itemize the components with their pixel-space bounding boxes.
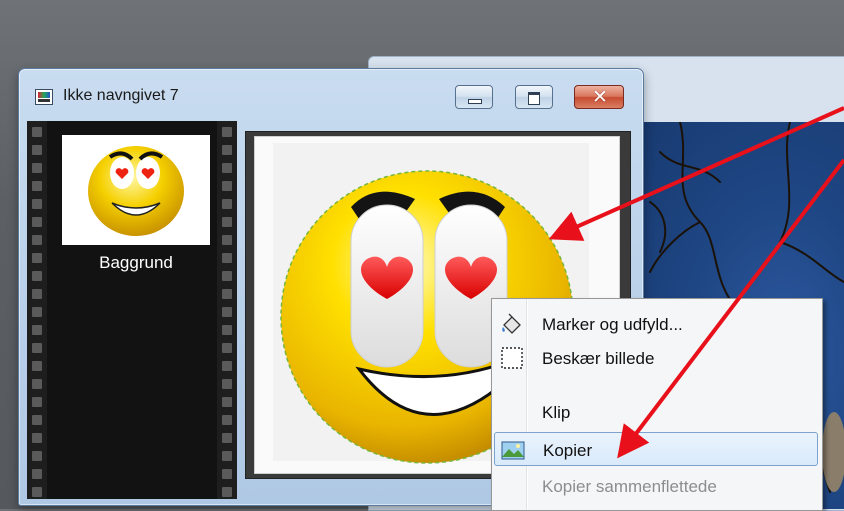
film-hole [222,199,232,209]
film-hole [222,127,232,137]
film-hole [32,379,42,389]
menu-item-cut[interactable]: Klip [494,395,818,429]
film-hole [222,487,232,497]
menu-item-label: Klip [542,403,571,422]
film-hole [32,217,42,227]
film-hole [32,271,42,281]
film-hole [222,379,232,389]
menu-item-label: Marker og udfyld... [542,315,683,334]
film-hole [32,433,42,443]
film-hole [32,487,42,497]
film-hole [32,325,42,335]
film-hole [222,217,232,227]
film-strip-right [217,121,237,499]
film-hole [222,361,232,371]
menu-item-crop[interactable]: Beskær billede [494,341,818,375]
film-strip-left [27,121,47,499]
menu-item-label: Kopier sammenflettede [542,477,717,496]
film-hole [222,469,232,479]
film-hole [32,343,42,353]
film-hole [222,253,232,263]
film-hole [32,469,42,479]
film-hole [222,145,232,155]
context-menu: Marker og udfyld... Beskær billede Klip … [491,298,823,511]
film-hole [222,325,232,335]
film-hole [32,451,42,461]
film-hole [32,235,42,245]
menu-item-copy[interactable]: Kopier [494,432,818,466]
menu-item-label: Kopier [543,441,593,460]
title-bar[interactable]: Ikke navngivet 7 ✕ [19,69,643,115]
menu-item-label: Beskær billede [542,349,655,368]
menu-item-select-fill[interactable]: Marker og udfyld... [494,307,818,341]
film-hole [32,127,42,137]
film-hole [32,253,42,263]
close-button[interactable]: ✕ [574,85,624,109]
film-hole [222,397,232,407]
film-hole [32,145,42,155]
film-hole [32,397,42,407]
copy-image-icon [501,439,525,461]
film-hole [32,289,42,299]
film-hole [32,163,42,173]
image-document-icon [35,89,53,105]
crop-selection-icon [500,347,524,369]
film-hole [32,199,42,209]
maximize-icon [528,92,540,105]
window-title: Ikke navngivet 7 [63,87,179,104]
film-hole [222,181,232,191]
film-hole [32,181,42,191]
maximize-button[interactable] [515,85,553,109]
film-hole [222,289,232,299]
layer-thumbnail[interactable] [62,135,210,245]
layers-panel: Baggrund [27,121,237,499]
film-hole [222,451,232,461]
film-hole [32,361,42,371]
film-hole [222,163,232,173]
film-hole [222,415,232,425]
film-hole [222,433,232,443]
close-icon: ✕ [592,86,608,108]
minimize-icon [468,99,482,104]
layer-name[interactable]: Baggrund [62,253,210,273]
film-hole [222,235,232,245]
paint-bucket-icon [500,313,524,335]
film-hole [32,415,42,425]
film-hole [222,271,232,281]
minimize-button[interactable] [455,85,493,109]
menu-item-copy-merged[interactable]: Kopier sammenflettede [494,469,818,503]
film-hole [222,343,232,353]
film-hole [32,307,42,317]
film-hole [222,307,232,317]
